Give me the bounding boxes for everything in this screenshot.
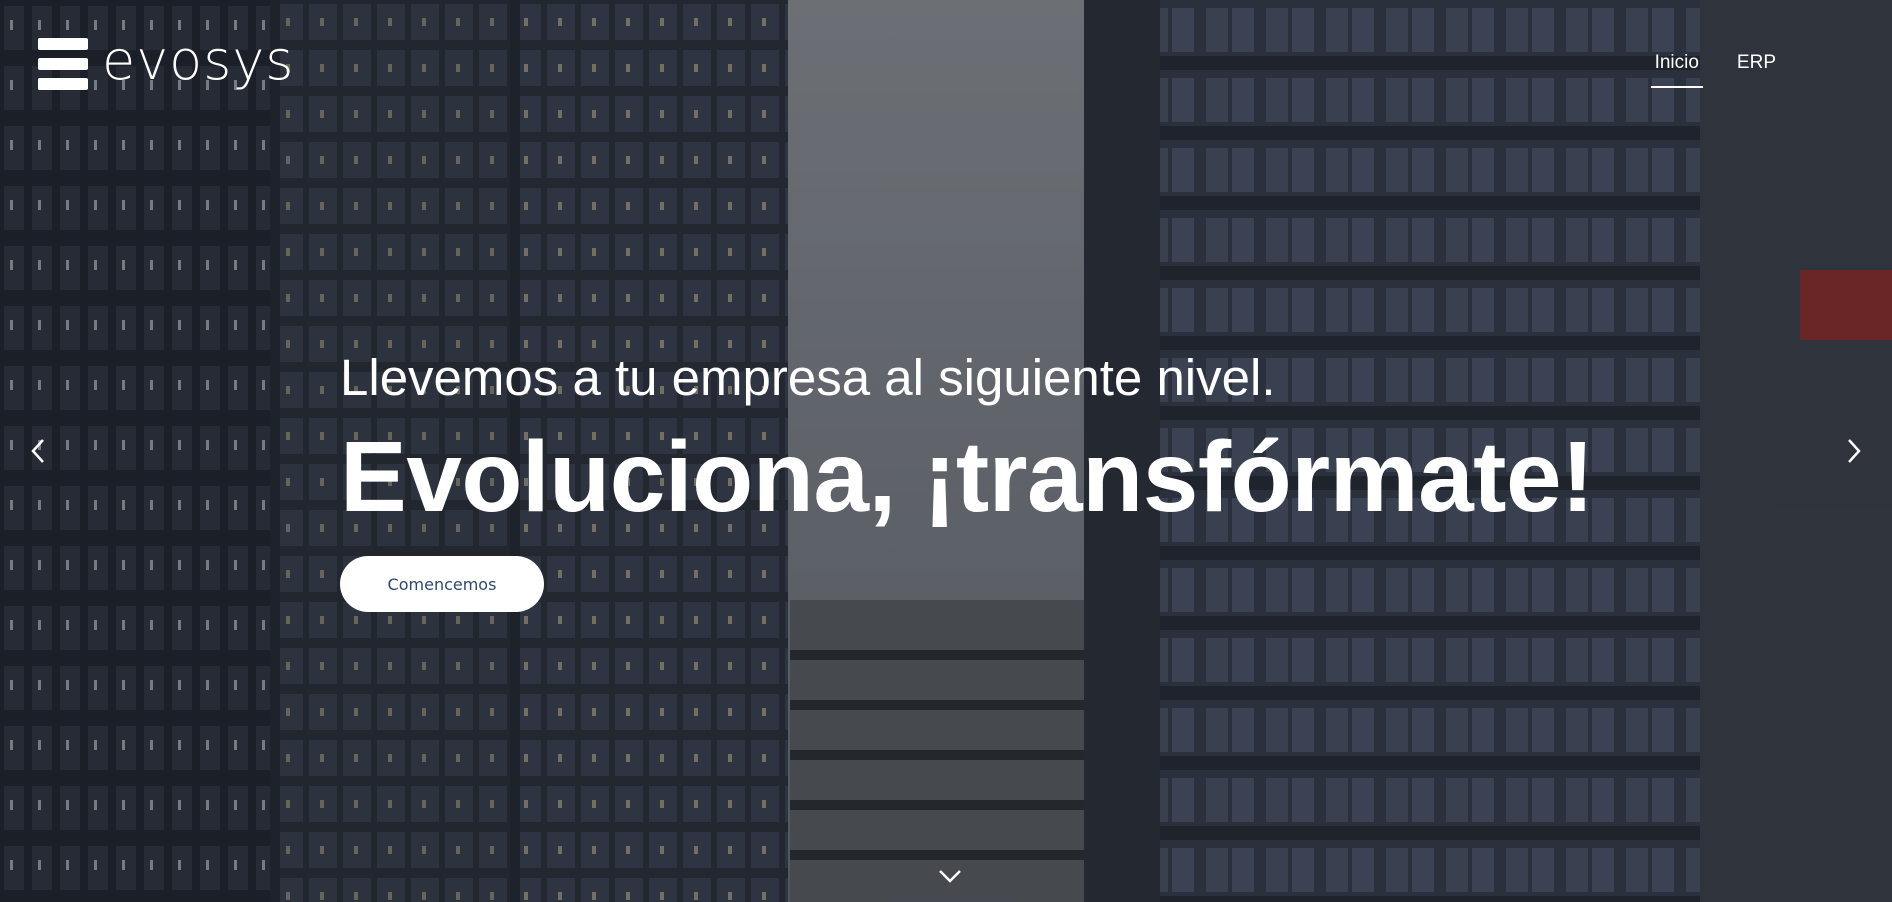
- main-nav: Inicio ERP: [1650, 52, 1776, 88]
- logo-mark-icon: [38, 38, 88, 90]
- chevron-right-icon[interactable]: [1838, 436, 1868, 466]
- hero-title: Evoluciona, ¡transfórmate!: [340, 421, 1594, 533]
- logo[interactable]: evosys: [38, 34, 294, 90]
- hero-subtitle: Llevemos a tu empresa al siguiente nivel…: [340, 349, 1276, 406]
- chevron-down-icon[interactable]: [934, 864, 966, 888]
- nav-item-inicio[interactable]: Inicio: [1650, 52, 1704, 88]
- chevron-left-icon[interactable]: [24, 436, 54, 466]
- comencemos-button[interactable]: Comencemos: [340, 556, 544, 612]
- nav-item-erp[interactable]: ERP: [1737, 52, 1776, 88]
- logo-text: evosys: [102, 29, 295, 92]
